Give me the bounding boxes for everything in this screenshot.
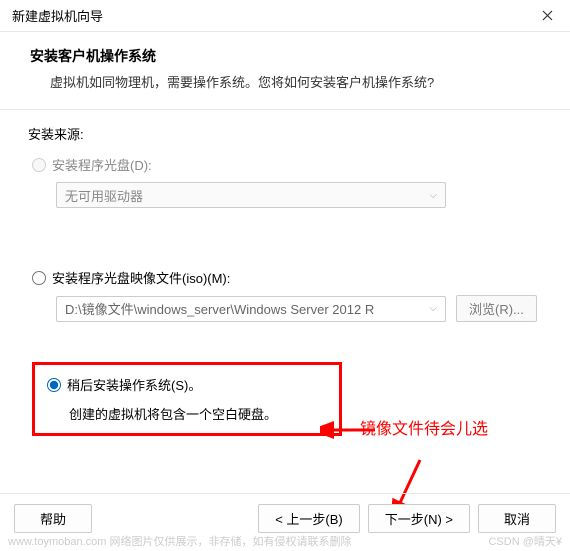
annotation-highlight-box: 稍后安装操作系统(S)。 创建的虚拟机将包含一个空白硬盘。 [32, 362, 342, 436]
page-title: 安装客户机操作系统 [30, 46, 550, 66]
chevron-down-icon: ⌵ [429, 190, 437, 201]
drive-select-value: 无可用驱动器 [65, 186, 143, 205]
radio-install-later-input[interactable] [47, 378, 61, 392]
install-source-label: 安装来源: [28, 124, 550, 143]
back-button[interactable]: < 上一步(B) [258, 504, 360, 533]
chevron-down-icon: ⌵ [429, 303, 437, 314]
radio-installer-disc[interactable]: 安装程序光盘(D): [32, 155, 550, 174]
radio-installer-disc-label: 安装程序光盘(D): [52, 155, 152, 174]
annotation-text: 镜像文件待会儿选 [360, 415, 488, 439]
watermark-left: www.toymoban.com 网络图片仅供展示，非存储，如有侵权请联系删除 [8, 533, 351, 549]
radio-iso-file-label: 安装程序光盘映像文件(iso)(M): [52, 268, 230, 287]
iso-path-field[interactable]: D:\镜像文件\windows_server\Windows Server 20… [56, 296, 446, 322]
close-button[interactable] [524, 0, 570, 32]
radio-install-later[interactable]: 稍后安装操作系统(S)。 [47, 375, 327, 394]
cancel-button[interactable]: 取消 [478, 504, 556, 533]
window-title: 新建虚拟机向导 [12, 6, 103, 25]
radio-iso-file-input[interactable] [32, 271, 46, 285]
iso-path-value: D:\镜像文件\windows_server\Windows Server 20… [65, 299, 374, 318]
radio-installer-disc-input[interactable] [32, 158, 46, 172]
help-button[interactable]: 帮助 [14, 504, 92, 533]
radio-iso-file[interactable]: 安装程序光盘映像文件(iso)(M): [32, 268, 550, 287]
page-subtitle: 虚拟机如同物理机，需要操作系统。您将如何安装客户机操作系统? [50, 72, 550, 91]
radio-install-later-label: 稍后安装操作系统(S)。 [67, 375, 201, 394]
browse-button[interactable]: 浏览(R)... [456, 295, 537, 322]
install-later-hint: 创建的虚拟机将包含一个空白硬盘。 [69, 404, 327, 423]
watermark-right: CSDN @晴天¥ [488, 533, 562, 549]
close-icon [542, 10, 553, 21]
next-button[interactable]: 下一步(N) > [368, 504, 470, 533]
drive-select[interactable]: 无可用驱动器 ⌵ [56, 182, 446, 208]
